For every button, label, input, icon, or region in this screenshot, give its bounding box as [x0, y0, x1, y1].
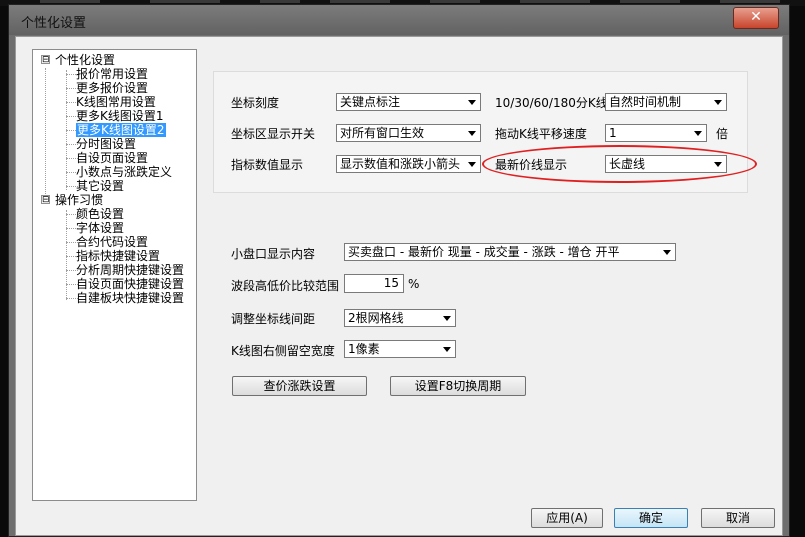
tree-item-quote-more[interactable]: 更多报价设置 [33, 81, 196, 95]
tree-item-kline-common[interactable]: K线图常用设置 [33, 95, 196, 109]
tree-group-personalize[interactable]: ⊟ 个性化设置 [33, 53, 196, 67]
right-margin-label: K线图右侧留空宽度 [231, 344, 335, 358]
wave-range-label: 波段高低价比较范围 [231, 279, 340, 293]
drag-speed-select[interactable]: 1 [605, 124, 707, 142]
tree-item-block-keys[interactable]: 自建板块快捷键设置 [33, 291, 196, 305]
dropdown-arrow-icon [443, 347, 451, 352]
annotation-highlight-circle [482, 145, 757, 183]
f8-cycle-settings-button[interactable]: 设置F8切换周期 [390, 376, 526, 396]
small-panel-select[interactable]: 买卖盘口 - 最新价 现量 - 成交量 - 涨跌 - 增仓 开平 [344, 243, 676, 261]
tree-group-label[interactable]: 操作习惯 [55, 193, 103, 207]
axis-scale-select[interactable]: 关键点标注 [336, 93, 481, 111]
dialog-client-area: ⊟ 个性化设置 报价常用设置 更多报价设置 K线图常用设置 更多K线图设置1 更… [15, 36, 783, 536]
axis-scale-label: 坐标刻度 [231, 96, 280, 110]
wave-range-input[interactable]: 15 [344, 274, 404, 293]
collapse-icon[interactable]: ⊟ [41, 195, 50, 205]
tree-group-habits[interactable]: ⊟ 操作习惯 [33, 193, 196, 207]
tree-item-other[interactable]: 其它设置 [33, 179, 196, 193]
tree-group-label[interactable]: 个性化设置 [55, 53, 115, 67]
tree-item-indicator-keys[interactable]: 指标快捷键设置 [33, 249, 196, 263]
dropdown-arrow-icon [443, 316, 451, 321]
dropdown-arrow-icon [468, 100, 476, 105]
tree-item-kline-more-1[interactable]: 更多K线图设置1 [33, 109, 196, 123]
wave-range-unit: % [408, 277, 420, 291]
indicator-display-select[interactable]: 显示数值和涨跌小箭头 [336, 155, 481, 173]
dropdown-arrow-icon [694, 131, 702, 136]
title-bar[interactable]: 个性化设置 ✕ [9, 5, 789, 35]
tree-item-contract-code[interactable]: 合约代码设置 [33, 235, 196, 249]
tree-item-colors[interactable]: 颜色设置 [33, 207, 196, 221]
tree-item-fonts[interactable]: 字体设置 [33, 221, 196, 235]
grid-spacing-label: 调整坐标线间距 [231, 312, 316, 326]
tree-item-quote-common[interactable]: 报价常用设置 [33, 67, 196, 81]
settings-tree[interactable]: ⊟ 个性化设置 报价常用设置 更多报价设置 K线图常用设置 更多K线图设置1 更… [32, 49, 197, 501]
collapse-icon[interactable]: ⊟ [41, 55, 50, 65]
drag-speed-unit: 倍 [716, 127, 729, 141]
tree-item-kline-more-2[interactable]: 更多K线图设置2 [33, 123, 196, 137]
settings-dialog: 个性化设置 ✕ ⊟ 个性化设置 报价常用设置 更多报价设置 K线图常用设置 更多… [8, 4, 790, 537]
indicator-display-label: 指标数值显示 [231, 158, 304, 172]
price-change-settings-button[interactable]: 查价涨跌设置 [232, 376, 367, 396]
apply-button[interactable]: 应用(A) [531, 508, 603, 528]
tree-item-decimal[interactable]: 小数点与涨跌定义 [33, 165, 196, 179]
tree-item-custom-page[interactable]: 自设页面设置 [33, 151, 196, 165]
kline-mech-select[interactable]: 自然时间机制 [605, 93, 727, 111]
dropdown-arrow-icon [663, 250, 671, 255]
close-button[interactable]: ✕ [733, 7, 779, 29]
tree-item-intraday[interactable]: 分时图设置 [33, 137, 196, 151]
axis-switch-select[interactable]: 对所有窗口生效 [336, 124, 481, 142]
cancel-button[interactable]: 取消 [701, 508, 775, 528]
tree-item-page-keys[interactable]: 自设页面快捷键设置 [33, 277, 196, 291]
kline-mech-label: 10/30/60/180分K线 [495, 96, 608, 110]
small-panel-label: 小盘口显示内容 [231, 247, 316, 261]
right-margin-select[interactable]: 1像素 [344, 340, 456, 358]
grid-spacing-select[interactable]: 2根网格线 [344, 309, 456, 327]
close-icon: ✕ [750, 9, 762, 25]
dropdown-arrow-icon [468, 162, 476, 167]
ok-button[interactable]: 确定 [614, 508, 688, 528]
axis-switch-label: 坐标区显示开关 [231, 127, 316, 141]
dropdown-arrow-icon [714, 100, 722, 105]
drag-speed-label: 拖动K线平移速度 [495, 127, 587, 141]
window-title: 个性化设置 [21, 16, 87, 31]
tree-item-period-keys[interactable]: 分析周期快捷键设置 [33, 263, 196, 277]
dropdown-arrow-icon [468, 131, 476, 136]
